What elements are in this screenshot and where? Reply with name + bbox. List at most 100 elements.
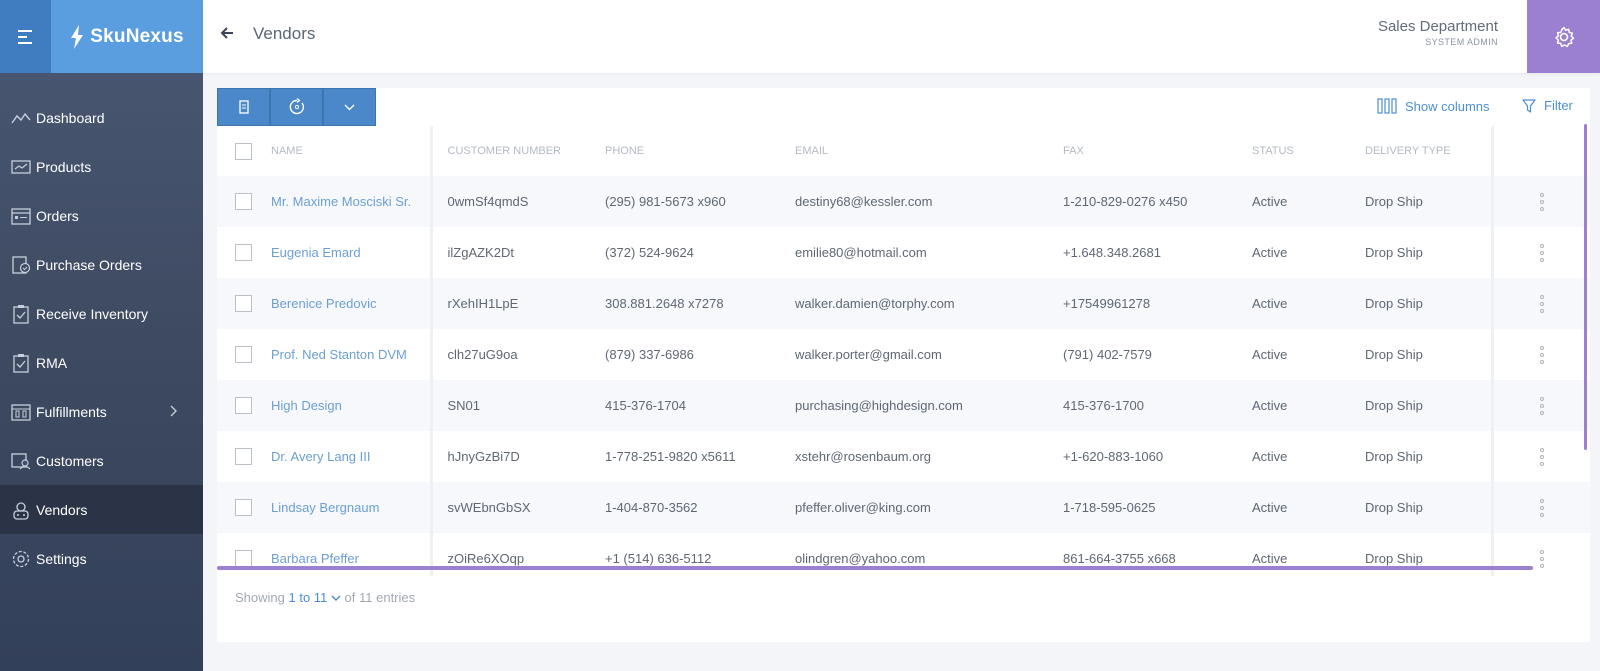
cell-email: emilie80@hotmail.com [795, 245, 927, 260]
row-actions-menu[interactable] [1495, 243, 1590, 262]
cell-name: Berenice Predovic [271, 278, 433, 329]
row-actions-menu[interactable] [1495, 498, 1590, 517]
sidebar-item-vendors[interactable]: Vendors [0, 485, 203, 534]
vendor-name-link[interactable]: Berenice Predovic [271, 296, 377, 311]
table-row[interactable]: Dr. Avery Lang III hJnyGzBi7D 1-778-251-98… [217, 431, 1590, 482]
horizontal-scrollbar[interactable] [217, 566, 1533, 570]
user-department[interactable]: Sales Department SYSTEM ADMIN [1378, 18, 1498, 47]
column-header-name[interactable]: NAME [271, 126, 433, 176]
kebab-dot-icon [1539, 192, 1544, 197]
settings-button[interactable] [1527, 0, 1600, 73]
columns-icon [1377, 98, 1397, 114]
row-checkbox[interactable] [235, 550, 252, 568]
table-row[interactable]: Mr. Maxime Mosciski Sr. 0wmSf4qmdS (295) 9… [217, 176, 1590, 227]
column-header-customer-number[interactable]: CUSTOMER NUMBER [431, 126, 605, 176]
table-row[interactable]: Lindsay Bergnaum svWEbnGbSX 1-404-870-3562… [217, 482, 1590, 533]
sidebar-item-label: Purchase Orders [36, 256, 142, 273]
products-icon [10, 156, 32, 178]
orders-icon [10, 205, 32, 227]
cell-delivery-type: Drop Ship [1365, 449, 1423, 464]
cell-customer-number: rXehIH1LpE [431, 278, 605, 329]
back-arrow-icon[interactable] [220, 26, 234, 45]
table-row[interactable]: Eugenia Emard ilZgAZK2Dt (372) 524-9624 emi… [217, 227, 1590, 278]
sidebar-item-settings[interactable]: Settings [0, 534, 203, 583]
sidebar-item-label: Vendors [36, 501, 88, 518]
select-all-checkbox[interactable] [235, 142, 252, 160]
cell-phone: (372) 524-9624 [605, 245, 694, 260]
column-header-delivery-type[interactable]: DELIVERY TYPE [1365, 126, 1492, 176]
row-checkbox[interactable] [235, 295, 252, 313]
row-checkbox[interactable] [235, 448, 252, 466]
cell-status: Active [1252, 449, 1288, 464]
filter-button[interactable]: Filter [1522, 98, 1573, 113]
vendor-name-link[interactable]: Eugenia Emard [271, 245, 361, 260]
vendor-name-link[interactable]: Mr. Maxime Mosciski Sr. [271, 194, 411, 209]
page-range-dropdown[interactable]: 1 to 11 [289, 590, 345, 605]
cell-email: walker.damien@torphy.com [795, 278, 1063, 329]
table-row[interactable]: Berenice Predovic rXehIH1LpE 308.881.2648 … [217, 278, 1590, 329]
vertical-scrollbar[interactable] [1584, 124, 1587, 450]
row-actions-menu[interactable] [1495, 549, 1590, 568]
vendor-name-link[interactable]: High Design [271, 398, 342, 413]
vendor-name-link[interactable]: Barbara Pfeffer [271, 551, 359, 566]
vendors-table-container: NAME CUSTOMER NUMBER PHONE EMAIL FAX STA… [217, 126, 1590, 576]
cell-phone: (295) 981-5673 x960 [605, 176, 795, 227]
brand-name: SkuNexus [90, 25, 184, 47]
cell-phone: 415-376-1704 [605, 380, 795, 431]
export-button[interactable] [217, 88, 270, 126]
sidebar-item-customers[interactable]: Customers [0, 436, 203, 485]
menu-toggle-button[interactable] [0, 0, 51, 73]
sidebar-item-purchase-orders[interactable]: Purchase Orders [0, 240, 203, 289]
kebab-dot-icon [1539, 461, 1544, 466]
table-row[interactable]: Prof. Ned Stanton DVM clh27uG9oa (879) 337… [217, 329, 1590, 380]
sidebar-item-rma[interactable]: RMA [0, 338, 203, 387]
row-checkbox[interactable] [235, 499, 252, 517]
row-actions-menu[interactable] [1495, 447, 1590, 466]
column-header-email[interactable]: EMAIL [795, 126, 1063, 176]
brand-logo[interactable]: SkuNexus [51, 0, 203, 73]
kebab-dot-icon [1539, 294, 1544, 299]
cell-email: purchasing@highdesign.com [795, 380, 1063, 431]
refresh-icon [289, 98, 304, 115]
table-row[interactable]: High Design SN01 415-376-1704 purchasing@hi… [217, 380, 1590, 431]
top-header: Vendors Sales Department SYSTEM ADMIN [203, 0, 1600, 73]
show-columns-button[interactable]: Show columns [1377, 98, 1490, 114]
column-header-fax[interactable]: FAX [1063, 126, 1252, 176]
row-checkbox[interactable] [235, 346, 252, 364]
refresh-button[interactable] [270, 88, 323, 126]
vendors-card: Show columns Filter NAME CUSTOMER NUMBER… [217, 88, 1590, 642]
row-select-cell [217, 380, 271, 431]
vendor-name-link[interactable]: Lindsay Bergnaum [271, 500, 379, 515]
more-actions-dropdown[interactable] [323, 88, 376, 126]
cell-actions [1490, 482, 1590, 533]
cell-phone: 1-778-251-9820 x5611 [605, 449, 736, 464]
row-checkbox[interactable] [235, 397, 252, 415]
sidebar-item-receive-inventory[interactable]: Receive Inventory [0, 289, 203, 338]
row-checkbox[interactable] [235, 193, 252, 211]
sidebar-item-dashboard[interactable]: Dashboard [0, 93, 203, 142]
kebab-dot-icon [1539, 556, 1544, 561]
row-actions-menu[interactable] [1495, 345, 1590, 364]
cell-fax: (791) 402-7579 [1063, 347, 1152, 362]
row-actions-menu[interactable] [1495, 294, 1590, 313]
row-actions-menu[interactable] [1495, 396, 1590, 415]
cell-actions [1490, 227, 1590, 278]
row-checkbox[interactable] [235, 244, 252, 262]
vendor-name-link[interactable]: Prof. Ned Stanton DVM [271, 347, 407, 362]
cell-customer-number: ilZgAZK2Dt [447, 245, 514, 260]
sidebar-item-products[interactable]: Products [0, 142, 203, 191]
vendor-name-link[interactable]: Dr. Avery Lang III [271, 449, 370, 464]
sidebar-item-fulfillments[interactable]: Fulfillments [0, 387, 203, 436]
column-header-phone[interactable]: PHONE [605, 126, 795, 176]
filter-icon [1522, 98, 1536, 113]
cell-name: High Design [271, 380, 433, 431]
cell-customer-number: hJnyGzBi7D [447, 449, 520, 464]
cell-email: destiny68@kessler.com [795, 176, 1063, 227]
table-header-row: NAME CUSTOMER NUMBER PHONE EMAIL FAX STA… [217, 126, 1590, 176]
row-actions-menu[interactable] [1495, 192, 1590, 211]
cell-customer-number: 0wmSf4qmdS [431, 176, 605, 227]
column-header-status[interactable]: STATUS [1252, 126, 1365, 176]
sidebar-item-orders[interactable]: Orders [0, 191, 203, 240]
kebab-dot-icon [1539, 505, 1544, 510]
kebab-dot-icon [1539, 301, 1544, 306]
